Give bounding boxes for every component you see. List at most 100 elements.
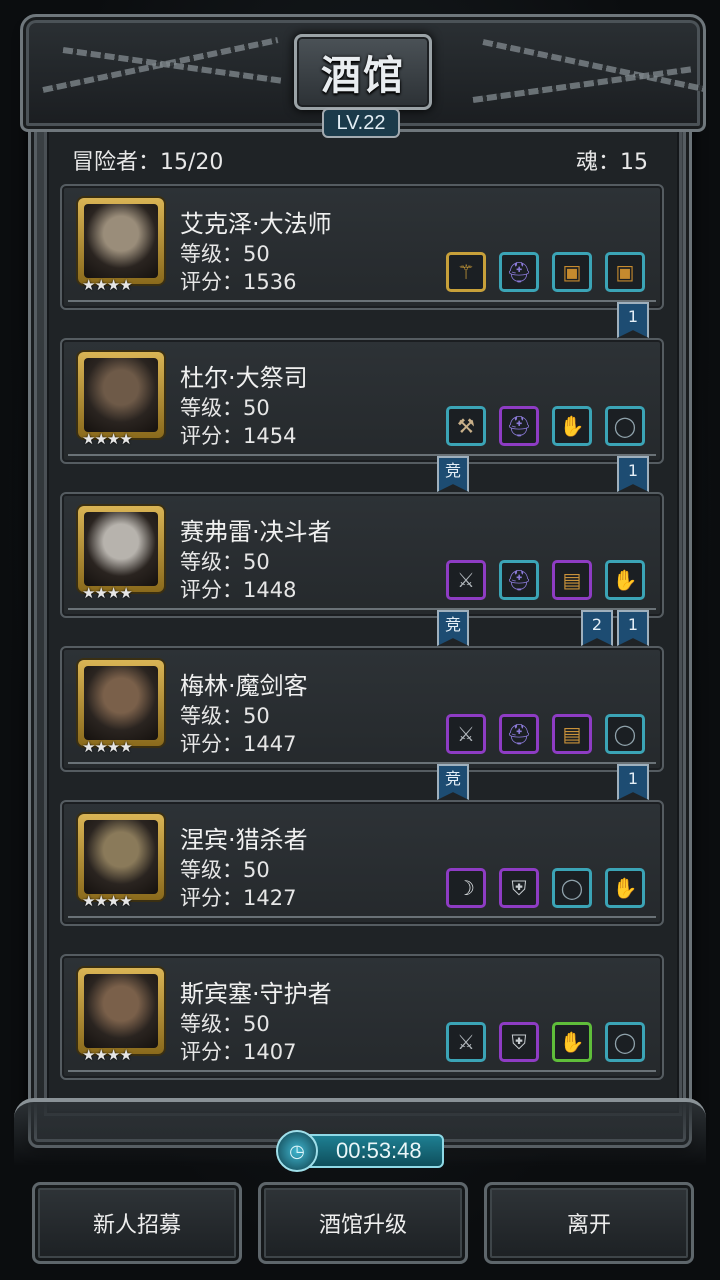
hero-score: 评分：1536 (180, 270, 297, 294)
hero-score: 评分：1454 (180, 424, 297, 448)
upgrade-tavern-button[interactable]: 酒馆升级 (258, 1182, 468, 1264)
equipment-slot[interactable]: ⛨ (499, 1022, 539, 1062)
hero-level: 等级：50 (180, 858, 270, 882)
page-title: 酒馆 (321, 52, 405, 99)
helmet-icon: ⛑ (506, 722, 532, 746)
hero-portrait[interactable] (78, 660, 164, 746)
hero-card[interactable]: ★★★★ 涅宾·猎杀者 等级：50 评分：1427 ☽ ⛨ ◯ ✋ (60, 800, 664, 926)
hero-portrait[interactable] (78, 814, 164, 900)
card-divider (68, 1070, 656, 1072)
hero-name: 涅宾·猎杀者 (180, 826, 308, 854)
card-divider (68, 916, 656, 918)
hero-portrait[interactable] (78, 352, 164, 438)
equipment-slot[interactable]: ⚚ (446, 252, 486, 292)
chest-icon: ▣ (615, 260, 635, 284)
hero-level: 等级：50 (180, 396, 270, 420)
gauntlet-icon: ✋ (612, 876, 638, 900)
hero-avatar (84, 358, 158, 432)
equipment-slot[interactable]: ⚒ (446, 406, 486, 446)
hero-avatar (84, 512, 158, 586)
hero-portrait[interactable] (78, 506, 164, 592)
hero-card[interactable]: ★★★★ 赛弗雷·决斗者 等级：50 评分：1448 ⚔ ⛑ ▤ ✋ (60, 492, 664, 618)
hero-score: 评分：1427 (180, 886, 297, 910)
sword-icon: ⚔ (457, 722, 475, 746)
hero-level: 等级：50 (180, 1012, 270, 1036)
tavern-level-badge: LV.22 (322, 108, 400, 138)
timer-text: 00:53:48 (336, 1138, 422, 1163)
equipment-slot[interactable]: ⚔ (446, 1022, 486, 1062)
adventurer-count: 冒险者：15/20 (72, 150, 224, 175)
equipment-slot[interactable]: ✋ (552, 406, 592, 446)
equipment-slot[interactable]: ◯ (605, 406, 645, 446)
hero-star-rating: ★★★★ (82, 276, 133, 294)
equipment-slot[interactable]: ▣ (605, 252, 645, 292)
equipment-slot[interactable]: ◯ (552, 868, 592, 908)
hero-name: 艾克泽·大法师 (180, 210, 332, 238)
hero-star-rating: ★★★★ (82, 738, 133, 756)
equipment-slot[interactable]: ◯ (605, 1022, 645, 1062)
hammer-icon: ⚒ (457, 414, 475, 438)
ring-icon: ◯ (613, 722, 637, 746)
equipment-slot[interactable]: ☽ (446, 868, 486, 908)
hero-card[interactable]: ★★★★ 杜尔·大祭司 等级：50 评分：1454 ⚒ ⛑ ✋ ◯ (60, 338, 664, 464)
hero-level: 等级：50 (180, 704, 270, 728)
blade-icon: ☽ (457, 876, 475, 900)
refresh-timer: ◷ 00:53:48 (276, 1130, 444, 1172)
gauntlet-icon: ✋ (559, 414, 585, 438)
helmet-icon: ⛑ (506, 568, 532, 592)
ring-icon: ◯ (560, 876, 584, 900)
equipment-slot[interactable]: ⛑ (499, 714, 539, 754)
hero-portrait[interactable] (78, 198, 164, 284)
helmet-icon: ⛑ (506, 414, 532, 438)
equipment-slot[interactable]: ✋ (605, 560, 645, 600)
armor-icon: ⛨ (511, 876, 527, 900)
hero-avatar (84, 666, 158, 740)
clock-icon: ◷ (276, 1130, 318, 1172)
hero-star-rating: ★★★★ (82, 892, 133, 910)
hero-level: 等级：50 (180, 242, 270, 266)
leave-button[interactable]: 离开 (484, 1182, 694, 1264)
chest-icon: ▣ (562, 260, 582, 284)
bracer-icon: ▤ (562, 568, 582, 592)
recruit-button[interactable]: 新人招募 (32, 1182, 242, 1264)
hero-score: 评分：1407 (180, 1040, 297, 1064)
equipment-slot[interactable]: ⛑ (499, 252, 539, 292)
armor-icon: ⛨ (511, 1030, 527, 1054)
equipment-slot[interactable]: ▤ (552, 714, 592, 754)
soul-count: 魂：15 (576, 150, 648, 175)
equipment-slot[interactable]: ✋ (605, 868, 645, 908)
gauntlet-icon: ✋ (559, 1030, 585, 1054)
equipment-slot[interactable]: ⛨ (499, 868, 539, 908)
hero-card[interactable]: ★★★★ 斯宾塞·守护者 等级：50 评分：1407 ⚔ ⛨ ✋ ◯ (60, 954, 664, 1080)
card-divider (68, 454, 656, 456)
equipment-slot[interactable]: ⚔ (446, 560, 486, 600)
equipment-slot[interactable]: ▣ (552, 252, 592, 292)
equipment-slot[interactable]: ✋ (552, 1022, 592, 1062)
hero-avatar (84, 974, 158, 1048)
hero-card[interactable]: ★★★★ 梅林·魔剑客 等级：50 评分：1447 ⚔ ⛑ ▤ ◯ (60, 646, 664, 772)
bracer-icon: ▤ (562, 722, 582, 746)
hero-name: 梅林·魔剑客 (180, 672, 308, 700)
equipment-slot[interactable]: ⚔ (446, 714, 486, 754)
hero-avatar (84, 820, 158, 894)
hero-name: 赛弗雷·决斗者 (180, 518, 332, 546)
equipment-slot[interactable]: ⛑ (499, 560, 539, 600)
hero-portrait[interactable] (78, 968, 164, 1054)
hero-star-rating: ★★★★ (82, 584, 133, 602)
helmet-icon: ⛑ (506, 260, 532, 284)
ring-icon: ◯ (613, 414, 637, 438)
hero-card[interactable]: ★★★★ 艾克泽·大法师 等级：50 评分：1536 ⚚ ⛑ ▣ ▣ (60, 184, 664, 310)
sword-icon: ⚔ (457, 1030, 475, 1054)
hero-name: 斯宾塞·守护者 (180, 980, 332, 1008)
equipment-slot[interactable]: ◯ (605, 714, 645, 754)
card-divider (68, 608, 656, 610)
sword-icon: ⚔ (457, 568, 475, 592)
card-divider (68, 300, 656, 302)
equipment-slot[interactable]: ▤ (552, 560, 592, 600)
equipment-slot[interactable]: ⛑ (499, 406, 539, 446)
card-divider (68, 762, 656, 764)
staff-icon: ⚚ (457, 260, 475, 284)
hero-star-rating: ★★★★ (82, 1046, 133, 1064)
hero-score: 评分：1448 (180, 578, 297, 602)
gauntlet-icon: ✋ (612, 568, 638, 592)
